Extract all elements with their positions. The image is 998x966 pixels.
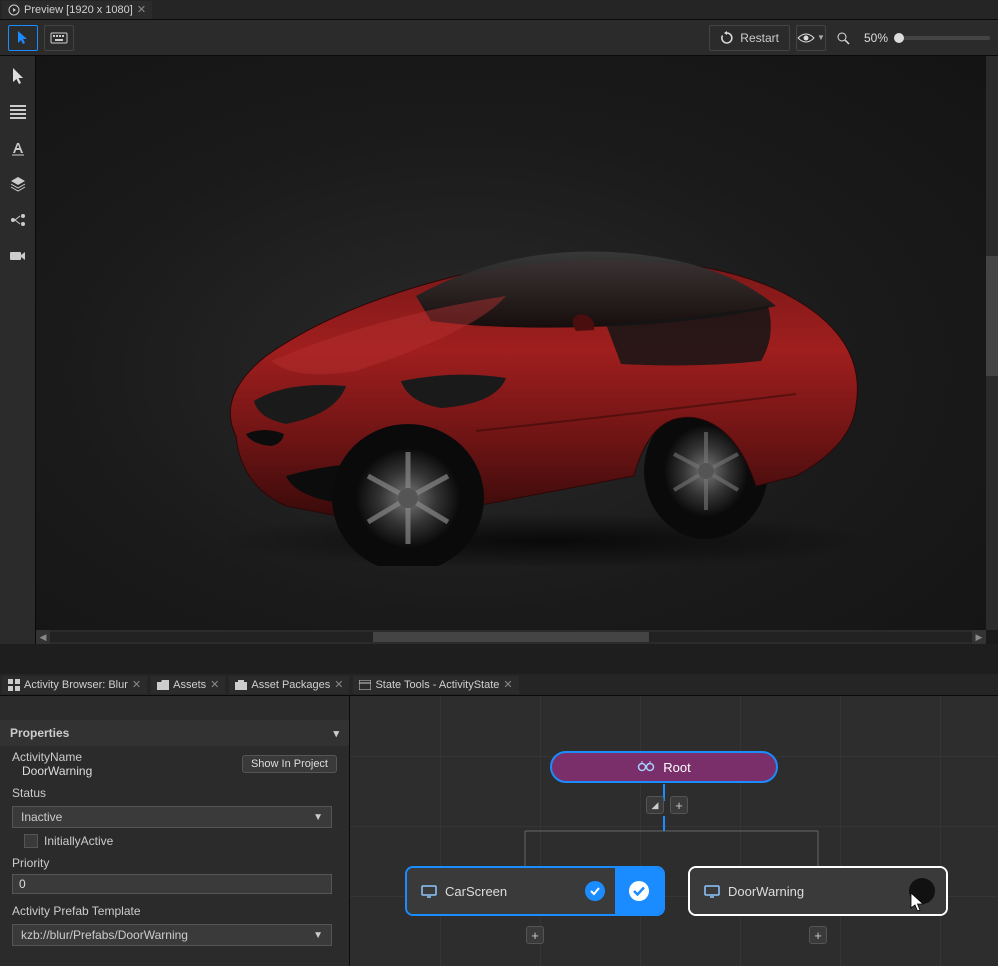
car-render — [176, 146, 896, 566]
preview-toolbar: Restart ▼ 50% — [0, 20, 998, 56]
prefab-template-label: Activity Prefab Template — [12, 904, 337, 918]
restart-icon — [720, 31, 734, 45]
left-tool-rail — [0, 56, 36, 644]
camera-tool[interactable] — [6, 244, 30, 268]
node-root-add[interactable]: + — [670, 796, 688, 814]
zoom-slider-thumb[interactable] — [894, 33, 904, 43]
activity-name-value: DoorWarning — [12, 764, 92, 778]
vertical-scrollbar-thumb[interactable] — [986, 256, 998, 376]
status-dropdown[interactable]: Inactive ▼ — [12, 806, 332, 828]
camera-icon — [10, 250, 26, 262]
node-root-expand[interactable]: ◢ — [646, 796, 664, 814]
grid-icon — [10, 105, 26, 119]
priority-value: 0 — [19, 877, 26, 891]
zoom-slider[interactable] — [898, 36, 990, 40]
text-tool[interactable] — [6, 136, 30, 160]
node-carscreen-label: CarScreen — [445, 884, 507, 899]
node-doorwarning[interactable]: DoorWarning — [688, 866, 948, 916]
activity-browser-icon — [8, 679, 20, 691]
restart-label: Restart — [740, 31, 779, 45]
close-icon[interactable]: ✕ — [137, 3, 146, 16]
visibility-button[interactable]: ▼ — [796, 25, 826, 51]
node-root[interactable]: Root — [550, 751, 778, 783]
cursor-icon — [11, 67, 25, 85]
keyboard-tool-button[interactable] — [44, 25, 74, 51]
activity-name-label: ActivityName — [12, 750, 92, 764]
chevron-down-icon: ▼ — [313, 812, 323, 823]
branch-tool[interactable] — [6, 208, 30, 232]
scroll-right-icon[interactable]: ▶ — [972, 630, 986, 644]
tab-state-tools-label: State Tools - ActivityState — [375, 679, 499, 691]
chevron-down-icon[interactable]: ▾ — [333, 727, 339, 740]
layers-tool[interactable] — [6, 172, 30, 196]
root-icon — [637, 760, 655, 774]
priority-input[interactable]: 0 — [12, 874, 332, 894]
close-icon[interactable]: ✕ — [210, 678, 219, 691]
tab-asset-packages[interactable]: Asset Packages ✕ — [229, 676, 349, 694]
vertical-scrollbar[interactable] — [986, 56, 998, 630]
properties-panel: Properties ▾ ActivityName DoorWarning Sh… — [0, 696, 350, 966]
keyboard-icon — [50, 32, 68, 44]
priority-label: Priority — [12, 856, 337, 870]
tab-state-tools[interactable]: State Tools - ActivityState ✕ — [353, 676, 518, 694]
chevron-down-icon: ▼ — [313, 930, 323, 941]
grid-tool[interactable] — [6, 100, 30, 124]
state-tools-icon — [359, 680, 371, 690]
zoom-value: 50% — [864, 31, 888, 45]
status-value: Inactive — [21, 810, 62, 824]
screen-icon — [704, 885, 720, 898]
check-circle-icon — [627, 879, 651, 903]
status-label: Status — [12, 786, 337, 800]
cursor-interact-icon — [14, 29, 32, 47]
magnifier-icon — [836, 31, 850, 45]
horizontal-scrollbar[interactable]: ◀ ▶ — [36, 630, 986, 644]
package-icon — [235, 680, 247, 690]
canvas[interactable] — [36, 56, 986, 630]
text-icon — [10, 140, 26, 156]
layers-icon — [10, 176, 26, 192]
node-carscreen-activate[interactable] — [615, 868, 663, 914]
node-carscreen[interactable]: CarScreen — [405, 866, 665, 916]
node-doorwarning-add[interactable]: + — [809, 926, 827, 944]
interact-tool-button[interactable] — [8, 25, 38, 51]
node-doorwarning-activate[interactable] — [898, 868, 946, 914]
close-icon[interactable]: ✕ — [334, 678, 343, 691]
activity-graph[interactable]: Root ◢ + CarScreen + DoorWarning — [350, 696, 998, 966]
node-doorwarning-label: DoorWarning — [728, 884, 804, 899]
tab-activity-browser-label: Activity Browser: Blur — [24, 679, 128, 691]
preview-viewport[interactable]: ◀ ▶ — [36, 56, 998, 644]
assets-icon — [157, 680, 169, 690]
properties-header[interactable]: Properties ▾ — [0, 720, 349, 746]
preview-tab-label: Preview [1920 x 1080] — [24, 4, 133, 16]
preview-tab-strip: Preview [1920 x 1080] ✕ — [0, 0, 998, 20]
tab-assets-label: Assets — [173, 679, 206, 691]
node-carscreen-add[interactable]: + — [526, 926, 544, 944]
screen-icon — [421, 885, 437, 898]
preview-tab[interactable]: Preview [1920 x 1080] ✕ — [2, 1, 152, 19]
radio-off-icon[interactable] — [909, 878, 935, 904]
node-root-label: Root — [663, 760, 690, 775]
scroll-left-icon[interactable]: ◀ — [36, 630, 50, 644]
close-icon[interactable]: ✕ — [132, 678, 141, 691]
show-in-project-button[interactable]: Show In Project — [242, 755, 337, 773]
properties-title: Properties — [10, 726, 69, 740]
chevron-down-icon: ▼ — [817, 33, 825, 42]
initially-active-checkbox[interactable] — [24, 834, 38, 848]
initially-active-label: InitiallyActive — [44, 834, 113, 848]
play-circle-icon — [8, 4, 20, 16]
branch-icon — [10, 213, 26, 227]
eye-icon — [797, 32, 815, 44]
prefab-template-value: kzb://blur/Prefabs/DoorWarning — [21, 928, 188, 942]
tab-asset-packages-label: Asset Packages — [251, 679, 330, 691]
close-icon[interactable]: ✕ — [503, 678, 512, 691]
tab-activity-browser[interactable]: Activity Browser: Blur ✕ — [2, 676, 147, 694]
zoom-button[interactable] — [832, 25, 854, 51]
prefab-template-dropdown[interactable]: kzb://blur/Prefabs/DoorWarning ▼ — [12, 924, 332, 946]
horizontal-scrollbar-thumb[interactable] — [373, 632, 650, 642]
select-tool[interactable] — [6, 64, 30, 88]
tab-assets[interactable]: Assets ✕ — [151, 676, 225, 694]
node-carscreen-active-badge — [585, 881, 605, 901]
lower-tab-strip: Activity Browser: Blur ✕ Assets ✕ Asset … — [0, 674, 998, 696]
restart-button[interactable]: Restart — [709, 25, 790, 51]
